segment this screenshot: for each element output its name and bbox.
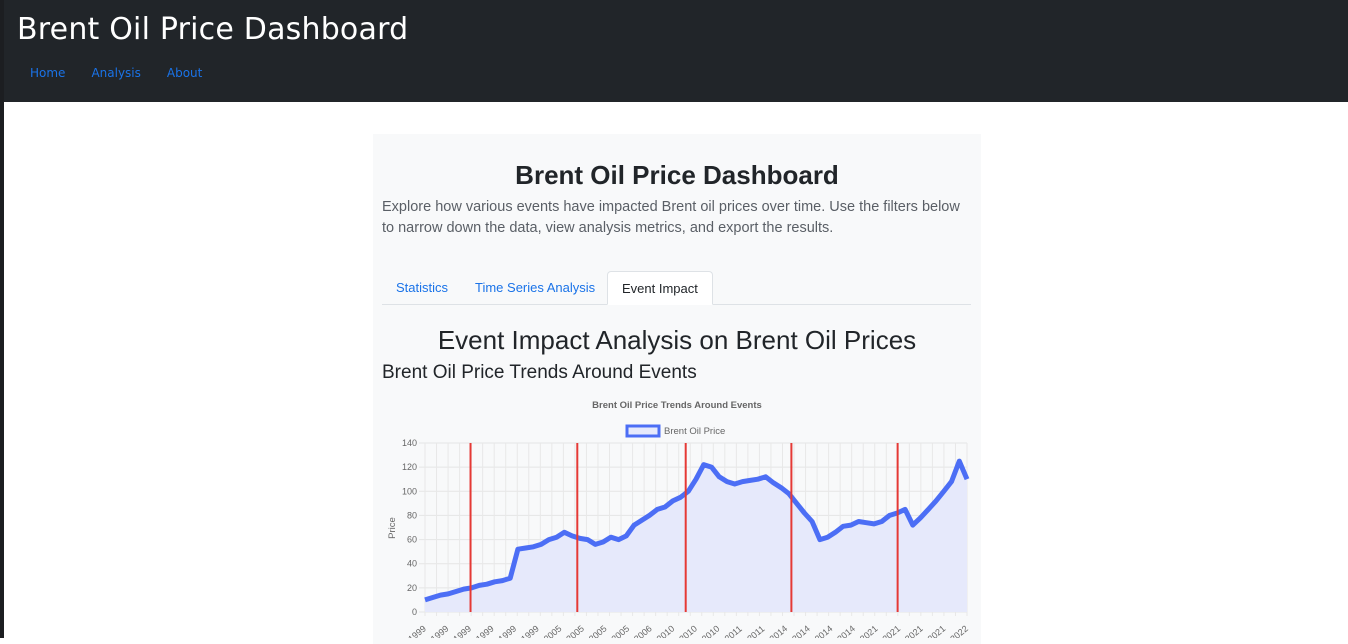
tab-statistics[interactable]: Statistics [382,271,462,304]
y-tick-label: 40 [407,559,417,569]
x-tick-label: 1999 [429,623,451,638]
price-trend-chart: Brent Oil Price Trends Around Events Bre… [387,400,970,638]
x-tick-label: 1999 [451,623,473,638]
x-tick-label: 1999 [519,623,541,638]
x-tick-label: 2006 [632,623,654,638]
y-tick-label: 20 [407,583,417,593]
x-tick-label: 2005 [587,623,609,638]
y-tick-label: 140 [402,438,417,448]
x-tick-label: 2014 [835,623,857,638]
x-tick-label: 2010 [677,623,699,638]
y-tick-label: 120 [402,462,417,472]
x-tick-label: 2010 [655,623,677,638]
x-tick-label: 2014 [790,623,812,638]
y-axis-label: Price [387,517,398,539]
x-tick-label: 2021 [926,623,948,638]
x-tick-label: 2021 [903,623,925,638]
nav-link-analysis[interactable]: Analysis [91,66,140,80]
tab-event-impact[interactable]: Event Impact [607,271,713,305]
x-tick-label: 2005 [564,623,586,638]
tab-time-series-analysis[interactable]: Time Series Analysis [461,271,609,304]
x-tick-label: 2011 [723,624,744,638]
x-tick-label: 1999 [406,623,428,638]
x-tick-label: 2022 [948,623,970,638]
x-tick-label: 1999 [474,623,496,638]
y-tick-label: 60 [407,535,417,545]
nav-links: Home Analysis About [30,66,228,80]
x-tick-label: 1999 [497,623,519,638]
legend-swatch [625,424,661,438]
legend-label[interactable]: Brent Oil Price [664,426,725,437]
x-tick-label: 2010 [700,623,722,638]
chart-title: Brent Oil Price Trends Around Events [592,400,762,411]
nav-link-about[interactable]: About [167,66,202,80]
x-tick-label: 2021 [858,623,880,638]
x-tick-label: 2005 [542,623,564,638]
dashboard-title: Brent Oil Price Dashboard [515,160,839,190]
nav-link-home[interactable]: Home [30,66,65,80]
tab-bar: Statistics Time Series Analysis Event Im… [382,271,971,305]
top-navbar: Brent Oil Price Dashboard Home Analysis … [4,0,1348,102]
y-tick-label: 100 [402,486,417,496]
x-tick-label: 2011 [745,624,766,638]
x-tick-label: 2005 [609,623,631,638]
navbar-brand[interactable]: Brent Oil Price Dashboard [17,12,408,47]
x-tick-label: 2014 [768,623,790,638]
x-tick-label: 2014 [813,623,835,638]
x-axis-ticks: 1999 1999 1999 1999 1999 1999 2005 2005 2005 2005… [406,623,970,638]
x-tick-label: 2021 [880,623,902,638]
chart-heading: Brent Oil Price Trends Around Events [382,362,697,383]
y-tick-label: 80 [407,510,417,520]
y-tick-label: 0 [412,607,417,617]
y-axis-ticks: 0 20 40 60 80 100 120 140 [402,438,417,617]
dashboard-description: Explore how various events have impacted… [382,199,960,236]
section-title: Event Impact Analysis on Brent Oil Price… [437,325,917,355]
